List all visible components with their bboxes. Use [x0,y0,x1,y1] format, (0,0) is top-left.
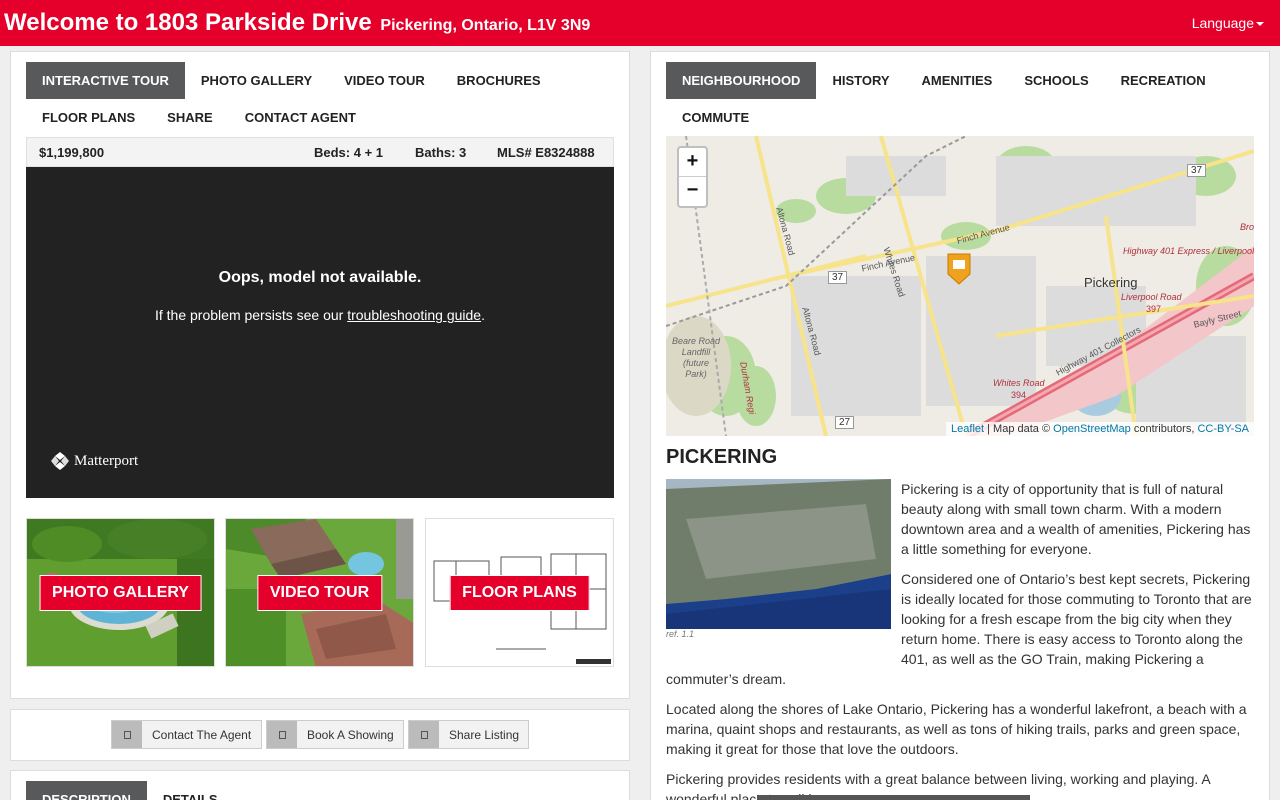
attrib-sep: | Map data © [984,423,1054,435]
tab-history[interactable]: HISTORY [816,62,905,99]
map-label-r397: 397 [1146,304,1162,314]
landfill-line-1: Beare Road [671,336,721,346]
tab-details[interactable]: DETAILS [147,781,234,800]
tab-schools[interactable]: SCHOOLS [1008,62,1104,99]
language-dropdown[interactable]: Language [1192,15,1264,31]
error-message-suffix: . [481,307,485,323]
tab-neighbourhood[interactable]: NEIGHBOURHOOD [666,62,817,99]
paragraph-2b: 401, as well as the GO Train, making Pic… [901,651,1204,667]
map-label-landfill: Beare Road Landfill (future Park) [670,336,722,380]
language-label: Language [1191,15,1254,31]
map-attribution: Leaflet | Map data © OpenStreetMap contr… [946,422,1254,436]
tab-description[interactable]: DESCRIPTION [26,781,147,800]
neighbourhood-title: PICKERING [666,446,778,468]
paragraph-1: Pickering is a city of opportunity that … [901,481,1251,557]
caret-down-icon [1256,22,1264,27]
photo-gallery-thumbnail[interactable]: PHOTO GALLERY [26,518,215,667]
error-message-prefix: If the problem persists see our [155,307,348,323]
map-label-pickering: Pickering [1084,275,1138,290]
tab-video-tour[interactable]: VIDEO TOUR [328,62,441,99]
paragraph-3: Located along the shores of Lake Ontario… [666,701,1247,757]
leaflet-link[interactable]: Leaflet [951,423,984,435]
tab-commute[interactable]: COMMUTE [666,99,765,136]
left-tabs: INTERACTIVE TOUR PHOTO GALLERY VIDEO TOU… [26,62,614,136]
share-listing-button[interactable]: Share Listing [408,720,529,749]
pickering-aerial-image [666,479,891,629]
map-label-r394: 394 [1011,390,1027,400]
zoom-out-button[interactable]: − [679,177,706,206]
tab-amenities[interactable]: AMENITIES [906,62,1009,99]
right-tabs: NEIGHBOURHOOD HISTORY AMENITIES SCHOOLS … [666,62,1254,136]
video-tour-thumbnail[interactable]: VIDEO TOUR [225,518,414,667]
share-listing-label: Share Listing [449,727,520,742]
tab-brochures[interactable]: BROCHURES [441,62,557,99]
horizontal-scrollbar[interactable] [757,795,1030,800]
aerial-photo [666,479,891,629]
neighbourhood-map[interactable]: 37 37 27 Pickering Finch Avenue Finch Av… [666,136,1254,436]
map-label-bro: Bro [1240,222,1254,232]
map-tiles [666,136,1254,436]
map-label-hwy401: Highway 401 Express / Liverpool [1123,246,1254,256]
map-label-r37a: 37 [828,271,848,284]
landfill-line-3: (future [682,358,709,368]
floor-plans-label: FLOOR PLANS [449,575,590,611]
top-header: Welcome to 1803 Parkside Drive Pickering… [0,0,1280,46]
floor-plans-thumbnail[interactable]: FLOOR PLANS [425,518,614,667]
zoom-in-button[interactable]: + [679,148,706,177]
video-tour-label: VIDEO TOUR [256,575,383,611]
tab-share[interactable]: SHARE [151,99,229,136]
user-icon [112,721,142,748]
listing-info-bar: $1,199,800 Beds: 4 + 1 Baths: 3 MLS# E83… [26,137,614,167]
baths: Baths: 3 [415,145,467,160]
tab-floor-plans[interactable]: FLOOR PLANS [26,99,151,136]
tab-contact-agent[interactable]: CONTACT AGENT [229,99,372,136]
map-label-whites: Whites Road [993,378,1045,388]
photo-gallery-label: PHOTO GALLERY [39,575,202,611]
mls-number: MLS# E8324888 [497,145,595,160]
tab-interactive-tour[interactable]: INTERACTIVE TOUR [26,62,185,99]
title-text: Welcome to 1803 Parkside Drive [4,9,372,36]
landfill-line-4: Park) [685,369,707,379]
contact-agent-label: Contact The Agent [152,727,252,742]
book-showing-label: Book A Showing [307,727,394,742]
matterport-viewer[interactable]: Oops, model not available. If the proble… [26,167,614,498]
attrib-contrib: contributors, [1130,423,1198,435]
map-label-liverpool: Liverpool Road [1121,292,1182,302]
tab-photo-gallery[interactable]: PHOTO GALLERY [185,62,328,99]
tab-recreation[interactable]: RECREATION [1105,62,1222,99]
title-address: Pickering, Ontario, L1V 3N9 [380,17,591,34]
map-zoom-control: + − [677,146,708,208]
license-link[interactable]: CC-BY-SA [1197,423,1249,435]
landfill-line-2: Landfill [681,347,711,357]
share-icon [409,721,439,748]
photo-ref: ref. 1.1 [666,629,695,639]
contact-agent-button[interactable]: Contact The Agent [111,720,262,749]
price: $1,199,800 [39,145,105,160]
map-label-r27: 27 [835,416,855,429]
paragraph-2a: Considered one of Ontario’s best kept se… [901,571,1252,647]
map-label-r37b: 37 [1187,164,1207,177]
paragraph-2: Considered one of Ontario’s best kept se… [901,569,1256,669]
matterport-brand: Matterport [74,452,139,469]
book-showing-button[interactable]: Book A Showing [266,720,404,749]
osm-link[interactable]: OpenStreetMap [1053,423,1131,435]
bottom-tabs: DESCRIPTION DETAILS [26,781,234,800]
beds: Beds: 4 + 1 [314,145,384,160]
page-title: Welcome to 1803 Parkside Drive Pickering… [4,9,590,37]
calendar-icon [267,721,297,748]
matterport-icon [51,452,69,470]
paragraph-2-end: commuter’s dream. [666,671,787,687]
matterport-logo: Matterport [50,451,138,471]
error-title: Oops, model not available. [218,269,422,286]
error-message: If the problem persists see our troubles… [26,307,614,323]
troubleshooting-link[interactable]: troubleshooting guide [347,307,481,323]
